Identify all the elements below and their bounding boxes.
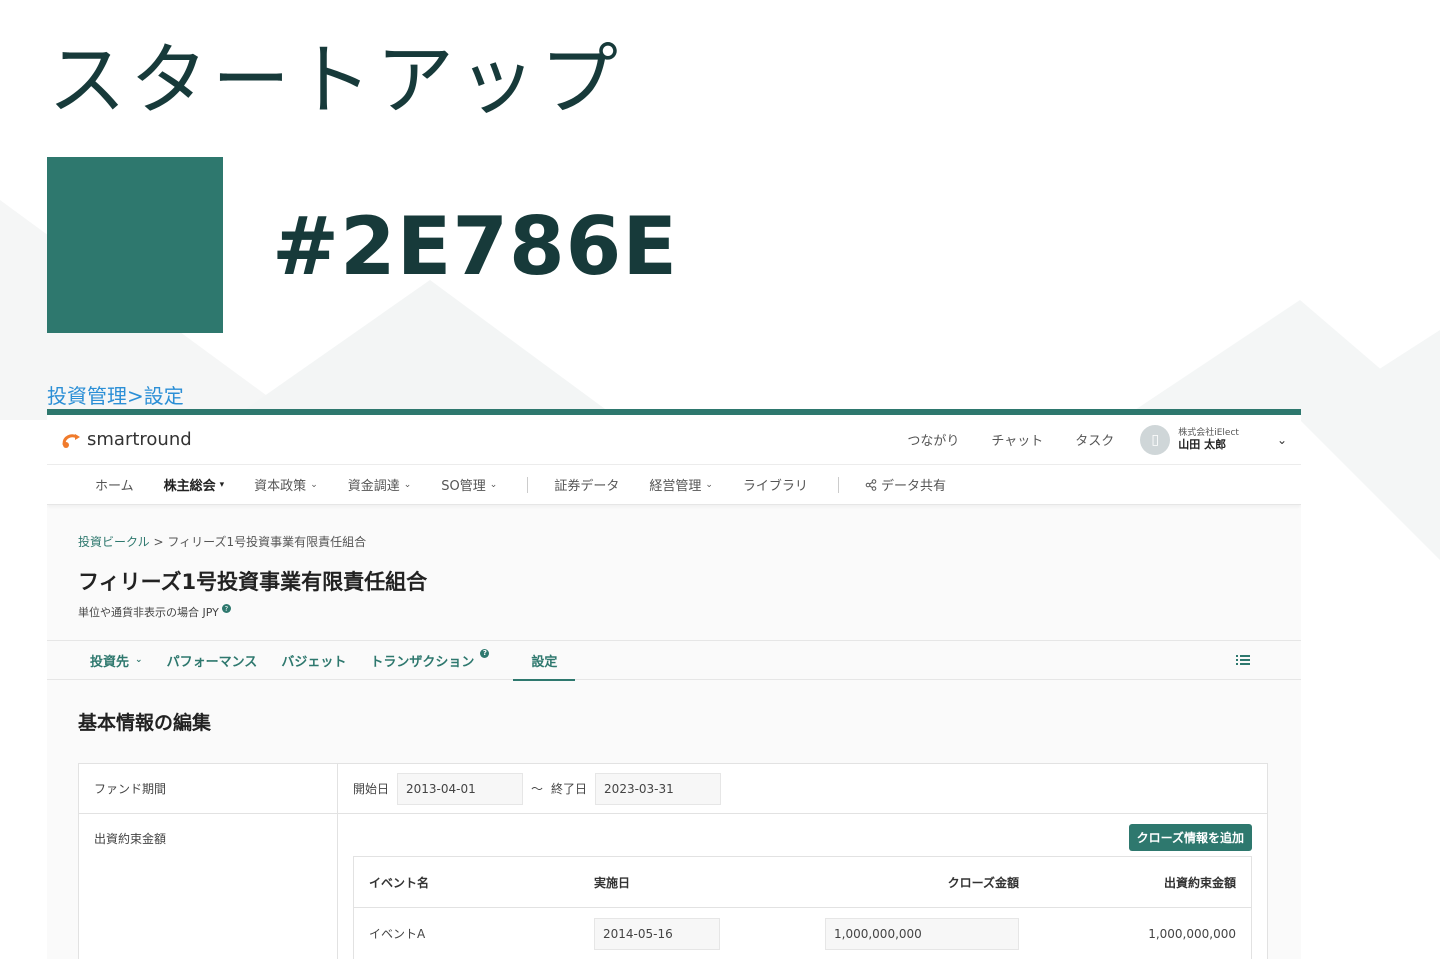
close-amount-input[interactable]: 1,000,000,000 <box>825 917 1019 950</box>
header-link-tasks[interactable]: タスク <box>1075 430 1114 449</box>
chevron-down-icon: ⌄ <box>489 479 498 490</box>
col-close-amount: クローズ金額 <box>947 875 1019 890</box>
tilde: 〜 <box>531 782 544 796</box>
nav-item-management[interactable]: 経営管理 ⌄ <box>649 475 713 494</box>
table-row: イベントA 2014-05-16 1,000,000,000 1,000,000… <box>354 908 1251 959</box>
tab-settings[interactable]: 設定 <box>513 640 576 681</box>
end-date-input[interactable]: 2023-03-31 <box>595 772 722 805</box>
chevron-down-icon: ▾ <box>219 479 225 490</box>
user-name: 山田 太郎 <box>1178 438 1227 452</box>
tab-budget[interactable]: バジェット <box>281 640 346 680</box>
nav-item-shareholders-meeting[interactable]: 株主総会 ▾ <box>164 475 225 494</box>
tab-transactions[interactable]: トランザクション? <box>370 640 490 680</box>
nav-item-library[interactable]: ライブラリ <box>743 475 808 494</box>
nav-item-home[interactable]: ホーム <box>95 475 134 494</box>
smartround-logo-icon <box>62 433 80 448</box>
tab-investees[interactable]: 投資先 ⌄ <box>90 640 143 680</box>
app-header: smartround つながり チャット タスク ▯ 株式会社iElect 山田… <box>47 415 1301 465</box>
app-screenshot: smartround つながり チャット タスク ▯ 株式会社iElect 山田… <box>47 415 1301 959</box>
page-content: 投資ビークル > フィリーズ1号投資事業有限責任組合 フィリーズ1号投資事業有限… <box>47 533 1301 620</box>
chevron-down-icon: ⌄ <box>403 479 412 490</box>
nav-item-securities-data[interactable]: 証券データ <box>554 475 619 494</box>
help-icon[interactable]: ? <box>480 648 490 658</box>
start-date-label: 開始日 <box>353 782 390 796</box>
breadcrumb-current: > フィリーズ1号投資事業有限責任組合 <box>153 535 367 549</box>
nav-item-so-management[interactable]: SO管理 ⌄ <box>441 475 497 494</box>
section-title: 基本情報の編集 <box>78 712 212 734</box>
chevron-down-icon[interactable]: ⌄ <box>1277 433 1287 447</box>
col-event-name: イベント名 <box>369 875 430 890</box>
share-icon <box>865 478 877 491</box>
fund-title: フィリーズ1号投資事業有限責任組合 <box>78 570 428 594</box>
fund-period-label: ファンド期間 <box>79 764 338 813</box>
page-title: スタートアップ <box>48 36 623 126</box>
table-header: イベント名 実施日 クローズ金額 出資約束金額 <box>354 857 1251 908</box>
hex-code-label: #2E786E <box>272 200 678 293</box>
list-icon[interactable] <box>1235 653 1251 667</box>
end-date-label: 終了日 <box>551 782 588 796</box>
col-commitment: 出資約束金額 <box>1163 875 1236 890</box>
avatar: ▯ <box>1140 424 1171 455</box>
fund-subtitle: 単位や通貨非表示の場合 JPY ? <box>78 604 1270 620</box>
commitment-cell: 1,000,000,000 <box>1148 926 1236 941</box>
nav-item-capital-policy[interactable]: 資本政策 ⌄ <box>254 475 318 494</box>
main-nav: ホーム 株主総会 ▾ 資本政策 ⌄ 資金調達 ⌄ SO管理 ⌄ 証券データ 経営管理 ⌄ … <box>47 465 1301 505</box>
basic-info-form: ファンド期間 開始日 2013-04-01 〜 終了日 2023-03-31 出… <box>78 763 1268 959</box>
tab-bar: 投資先 ⌄ パフォーマンス バジェット トランザクション? 設定 <box>47 640 1301 681</box>
chevron-down-icon: ⌄ <box>310 479 318 490</box>
user-company: 株式会社iElect <box>1178 427 1239 438</box>
close-events-table: イベント名 実施日 クローズ金額 出資約束金額 イベントA 2014-05-16… <box>353 856 1252 959</box>
header-links: つながり チャット タスク <box>907 430 1114 449</box>
start-date-input[interactable]: 2013-04-01 <box>397 772 524 805</box>
event-date-input[interactable]: 2014-05-16 <box>594 917 720 950</box>
form-row-commitment: 出資約束金額 クローズ情報を追加 イベント名 実施日 クローズ金額 出資約束金額… <box>79 814 1267 959</box>
nav-item-fundraising[interactable]: 資金調達 ⌄ <box>348 475 412 494</box>
chevron-down-icon: ⌄ <box>135 655 143 665</box>
tab-performance[interactable]: パフォーマンス <box>167 640 258 680</box>
commitment-label: 出資約束金額 <box>79 814 338 959</box>
breadcrumb: 投資ビークル > フィリーズ1号投資事業有限責任組合 <box>78 533 1270 550</box>
chevron-down-icon: ⌄ <box>705 479 713 490</box>
add-close-info-button[interactable]: クローズ情報を追加 <box>1128 824 1252 851</box>
nav-item-data-share[interactable]: データ共有 <box>865 475 946 494</box>
form-row-fund-period: ファンド期間 開始日 2013-04-01 〜 終了日 2023-03-31 <box>79 764 1267 814</box>
user-menu[interactable]: ▯ 株式会社iElect 山田 太郎 ⌄ <box>1140 424 1287 455</box>
logo[interactable]: smartround <box>61 429 192 450</box>
breadcrumb-link-vehicles[interactable]: 投資ビークル <box>78 535 150 549</box>
help-icon[interactable]: ? <box>221 604 231 613</box>
event-name-cell: イベントA <box>369 927 426 941</box>
col-date: 実施日 <box>594 875 631 890</box>
section-breadcrumb: 投資管理>設定 <box>47 384 184 408</box>
nav-divider <box>527 476 529 493</box>
nav-divider <box>837 476 839 493</box>
color-swatch <box>47 157 223 333</box>
header-link-connections[interactable]: つながり <box>907 430 959 449</box>
header-link-chat[interactable]: チャット <box>991 430 1043 449</box>
logo-text: smartround <box>87 429 192 450</box>
